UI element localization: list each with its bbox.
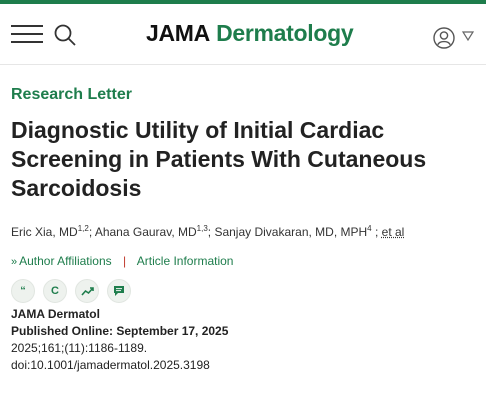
author-affiliations-link[interactable]: » Author Affiliations [11,254,115,268]
article-title: Diagnostic Utility of Initial Cardiac Sc… [11,117,427,201]
cite-button[interactable]: “ [11,279,35,303]
journal-abbrev: JAMA Dermatol [11,307,100,321]
et-al-link[interactable]: et al [382,225,405,239]
article-links-row: » Author Affiliations | Article Informati… [11,254,233,268]
author-list: Eric Xia, MD1,2; Ahana Gaurav, MD1,3; Sa… [11,224,405,239]
search-icon[interactable] [53,23,77,47]
chevron-right-icon: » [11,256,18,268]
brand-jama: JAMA [146,20,210,46]
permissions-button[interactable]: C [43,279,67,303]
author-name[interactable]: Ahana Gaurav, MD [95,225,197,239]
chevron-down-icon[interactable] [462,31,474,41]
article-information-link[interactable]: Article Information [137,254,234,268]
user-account-icon[interactable] [433,27,455,49]
quote-icon: “ [20,285,26,297]
author-name[interactable]: Sanjay Divakaran, MD, MPH [214,225,367,239]
hamburger-menu-icon[interactable] [11,25,43,45]
author-affiliations-label: Author Affiliations [19,254,112,268]
doi-text[interactable]: doi:10.1001/jamadermatol.2025.3198 [11,357,228,374]
author-name[interactable]: Eric Xia, MD [11,225,78,239]
article-type-label: Research Letter [11,86,132,103]
publication-meta: JAMA Dermatol Published Online: Septembe… [11,306,228,374]
metrics-button[interactable] [75,279,99,303]
brand-dermatology: Dermatology [216,20,354,46]
comment-button[interactable] [107,279,131,303]
article-actions: “ C [11,279,131,303]
published-date: Published Online: September 17, 2025 [11,324,229,338]
author-affiliation-sup: 4 [367,224,372,233]
links-separator: | [122,254,127,268]
author-affiliation-sup: 1,2 [77,224,89,233]
citation-volume: 2025;161;(11):1186-1189. [11,341,148,355]
journal-logo[interactable]: JAMA Dermatology [146,20,354,47]
trend-chart-icon [80,286,94,296]
permissions-icon: C [51,285,59,297]
site-header: JAMA Dermatology [0,4,486,65]
comment-icon [114,286,124,296]
author-affiliation-sup: 1,3 [196,224,208,233]
